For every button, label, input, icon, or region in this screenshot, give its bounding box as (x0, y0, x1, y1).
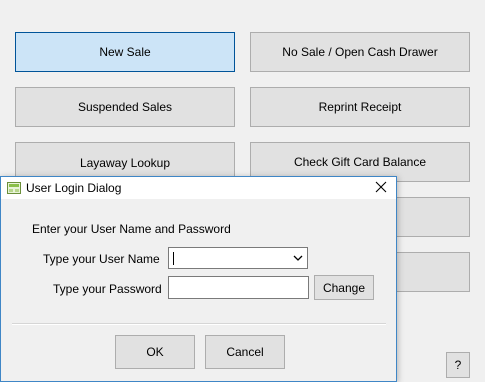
chevron-down-icon[interactable] (292, 252, 304, 264)
username-combobox[interactable] (168, 247, 308, 269)
new-sale-button[interactable]: New Sale (15, 32, 235, 72)
username-label: Type your User Name (43, 252, 160, 266)
user-login-dialog: User Login Dialog Enter your User Name a… (0, 176, 397, 382)
dialog-separator (12, 323, 386, 325)
ok-button[interactable]: OK (115, 335, 195, 369)
close-icon (375, 181, 387, 196)
password-label: Type your Password (53, 282, 162, 296)
change-password-button[interactable]: Change (314, 275, 374, 300)
text-caret (173, 252, 174, 265)
reprint-receipt-button[interactable]: Reprint Receipt (250, 87, 470, 127)
password-field[interactable] (168, 276, 309, 299)
cancel-button[interactable]: Cancel (205, 335, 285, 369)
login-prompt: Enter your User Name and Password (32, 222, 231, 236)
close-button[interactable] (372, 179, 390, 197)
help-button[interactable]: ? (446, 352, 470, 378)
no-sale-open-drawer-button[interactable]: No Sale / Open Cash Drawer (250, 32, 470, 72)
suspended-sales-button[interactable]: Suspended Sales (15, 87, 235, 127)
app-icon (7, 181, 21, 195)
dialog-title: User Login Dialog (26, 181, 122, 195)
dialog-titlebar[interactable]: User Login Dialog (1, 177, 396, 199)
